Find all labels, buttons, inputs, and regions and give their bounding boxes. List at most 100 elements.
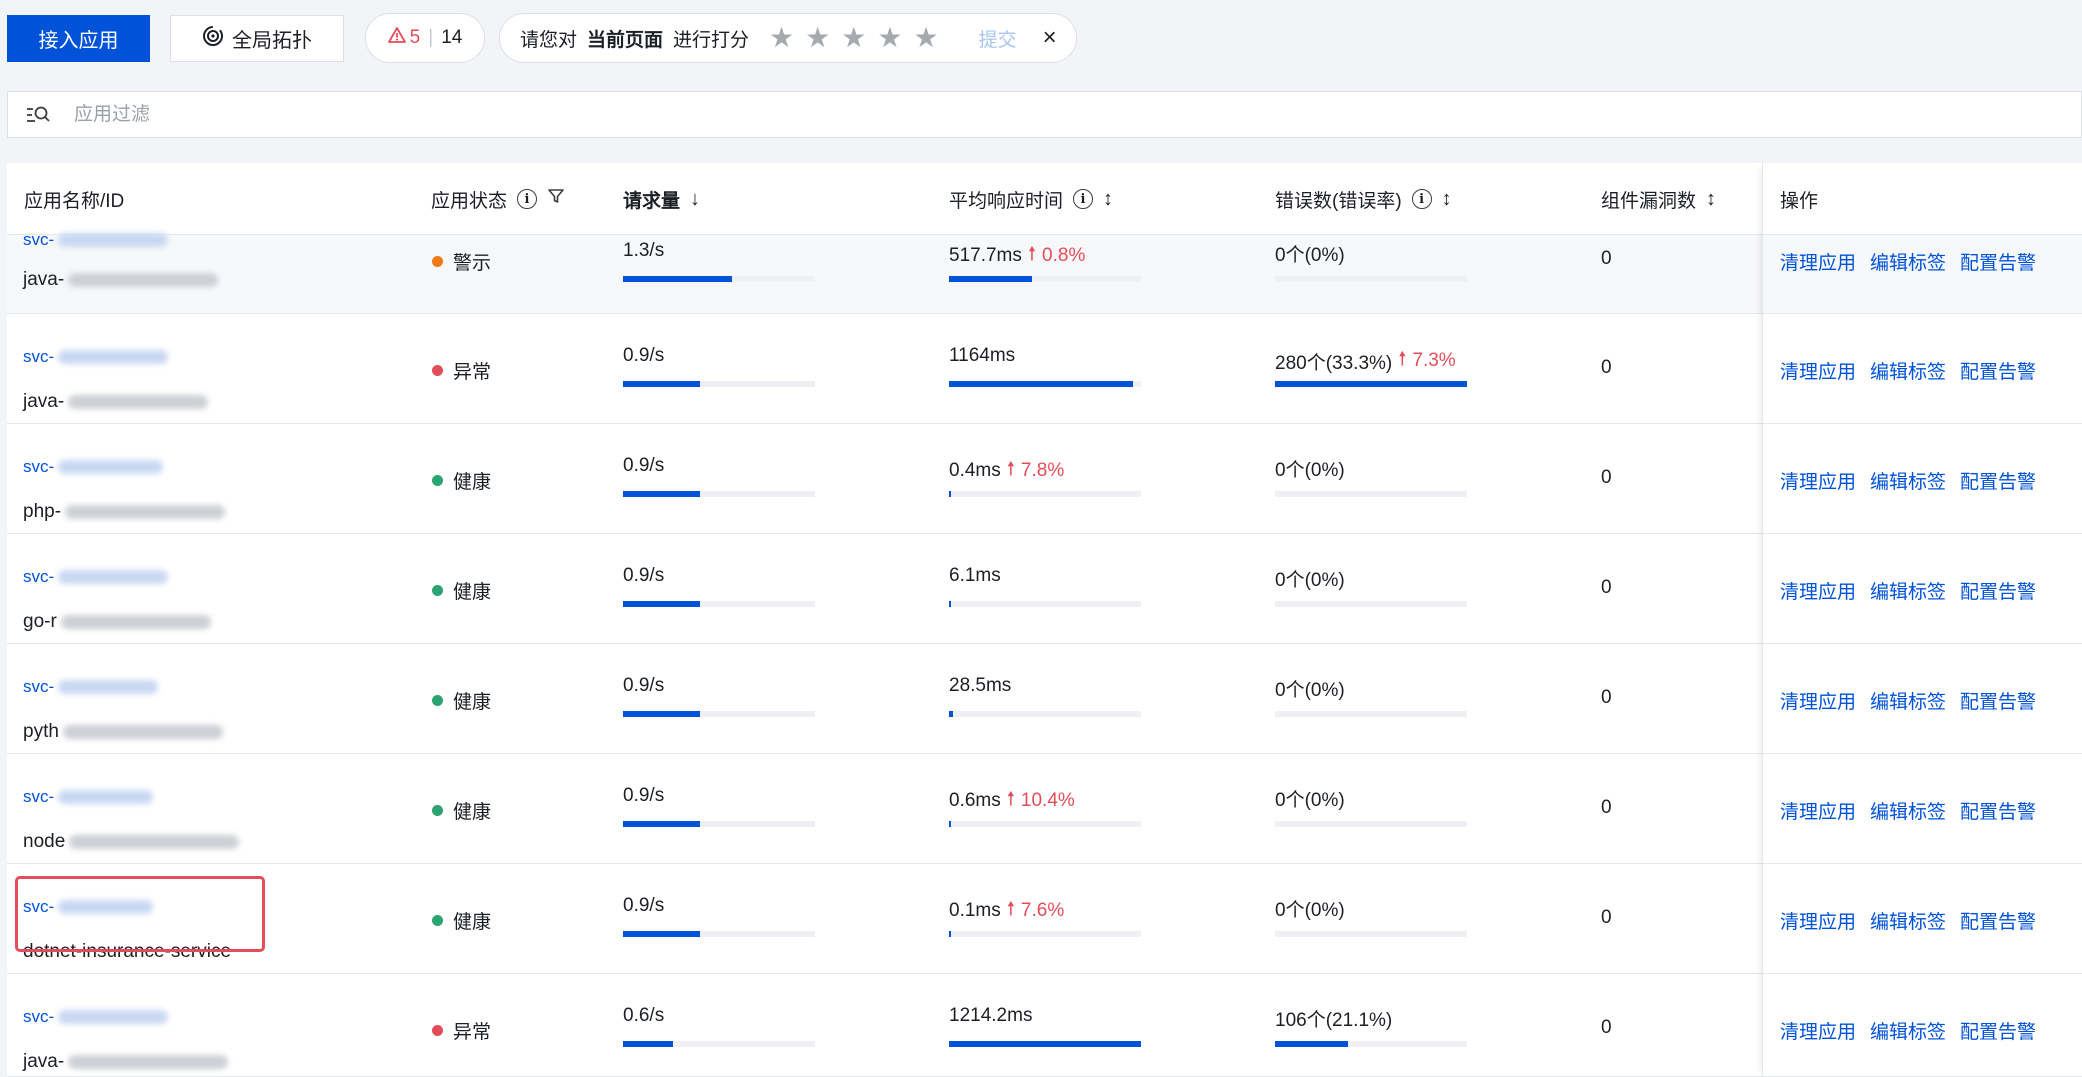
clean-app-link[interactable]: 清理应用 [1780, 1017, 1856, 1044]
star-icon[interactable]: ★ [769, 24, 794, 52]
status-dot [432, 915, 443, 926]
edit-tags-link[interactable]: 编辑标签 [1870, 467, 1946, 494]
error-bar [1275, 276, 1467, 282]
app-id-link[interactable]: svc- [23, 897, 154, 917]
info-icon[interactable]: i [517, 189, 538, 209]
table-row[interactable]: svc-dotnet-insurance-service 健康 0.9/s 0.1ms… [7, 864, 2082, 974]
latency-trend: 7.8% [1020, 460, 1065, 481]
request-bar [623, 381, 815, 387]
error-bar [1275, 601, 1467, 607]
table-row[interactable]: svc-go-r 健康 0.9/s 6.1ms 0个(0%) 0 清理应用 编辑标签 配置告警 [7, 534, 2082, 644]
rating-prompt-suffix: 进行打分 [673, 29, 750, 51]
app-id-link[interactable]: svc- [23, 347, 169, 367]
table-row[interactable]: svc-java- 警示 1.3/s 517.7ms 🠕 0.8% 0个(0%) 0 清理应用编… [7, 230, 2082, 314]
avg-latency: 0.1ms 🠕 7.6% [949, 895, 1064, 927]
config-alerts-link[interactable]: 配置告警 [1960, 687, 2036, 714]
error-bar [1275, 381, 1467, 387]
column-status: 应用状态 i [431, 163, 565, 235]
latency-bar-fill [949, 276, 1032, 282]
error-bar-fill [1275, 1041, 1348, 1047]
edit-tags-link[interactable]: 编辑标签 [1870, 797, 1946, 824]
error-value: 0个(0%) [1275, 790, 1345, 811]
star-icon[interactable]: ★ [877, 24, 902, 52]
column-errors[interactable]: 错误数(错误率) i ↕ [1275, 163, 1452, 235]
app-id-link[interactable]: svc- [23, 1007, 169, 1027]
config-alerts-link[interactable]: 配置告警 [1960, 357, 2036, 384]
table-row[interactable]: svc-java- 异常 0.9/s 1164ms 280个(33.3%) 🠕 7.3% 0 清… [7, 314, 2082, 424]
rating-submit-button[interactable]: 提交 [979, 25, 1017, 52]
star-icon[interactable]: ★ [913, 24, 938, 52]
connect-app-button[interactable]: 接入应用 [7, 15, 150, 62]
info-icon[interactable]: i [1073, 189, 1094, 209]
column-vulns-label: 组件漏洞数 [1601, 190, 1697, 212]
config-alerts-link[interactable]: 配置告警 [1960, 797, 2036, 824]
request-bar [623, 276, 815, 282]
request-rate: 0.9/s [623, 675, 664, 697]
clean-app-link[interactable]: 清理应用 [1780, 907, 1856, 934]
sort-desc-icon[interactable]: ↓ [690, 188, 700, 211]
vuln-count: 0 [1601, 577, 1612, 598]
redacted-id [58, 900, 154, 914]
request-bar-fill [623, 821, 700, 827]
edit-tags-link[interactable]: 编辑标签 [1870, 687, 1946, 714]
column-vulns[interactable]: 组件漏洞数 ↕ [1601, 163, 1716, 235]
star-icon[interactable]: ★ [841, 24, 866, 52]
alert-summary[interactable]: 5 | 14 [365, 13, 485, 63]
redacted-id [58, 350, 169, 364]
info-icon[interactable]: i [1411, 189, 1432, 209]
config-alerts-link[interactable]: 配置告警 [1960, 248, 2036, 275]
sort-icon[interactable]: ↕ [1442, 188, 1452, 211]
request-value: 0.9/s [623, 785, 665, 806]
column-latency[interactable]: 平均响应时间 i ↕ [949, 163, 1113, 235]
clean-app-link[interactable]: 清理应用 [1780, 357, 1856, 384]
app-name-prefix: java- [23, 391, 65, 412]
app-name-prefix: java- [23, 269, 65, 290]
clean-app-link[interactable]: 清理应用 [1780, 577, 1856, 604]
clean-app-link[interactable]: 清理应用 [1780, 248, 1856, 275]
app-name-prefix: go-r [23, 611, 57, 632]
close-icon[interactable]: × [1043, 24, 1057, 52]
clean-app-link[interactable]: 清理应用 [1780, 687, 1856, 714]
table-row[interactable]: svc-node 健康 0.9/s 0.6ms 🠕 10.4% 0个(0%) 0 清理应用 编辑标… [7, 754, 2082, 864]
request-bar [623, 491, 815, 497]
app-id-prefix: svc- [23, 347, 55, 366]
app-id-link[interactable]: svc- [23, 457, 164, 477]
error-count: 0个(0%) [1275, 240, 1345, 267]
error-count: 0个(0%) [1275, 675, 1345, 702]
edit-tags-link[interactable]: 编辑标签 [1870, 357, 1946, 384]
status-dot [432, 805, 443, 816]
app-id-link[interactable]: svc- [23, 787, 154, 807]
sort-icon[interactable]: ↕ [1103, 188, 1113, 211]
status-dot [432, 695, 443, 706]
request-value: 0.6/s [623, 1005, 665, 1026]
global-topology-button[interactable]: 全局拓扑 [170, 15, 344, 62]
config-alerts-link[interactable]: 配置告警 [1960, 907, 2036, 934]
app-filter-input[interactable] [72, 102, 1876, 127]
edit-tags-link[interactable]: 编辑标签 [1870, 577, 1946, 604]
filter-icon[interactable] [547, 187, 565, 211]
config-alerts-link[interactable]: 配置告警 [1960, 577, 2036, 604]
latency-bar-fill [949, 821, 951, 827]
table-row[interactable]: svc-php- 健康 0.9/s 0.4ms 🠕 7.8% 0个(0%) 0 清理应用 编辑标签… [7, 424, 2082, 534]
edit-tags-link[interactable]: 编辑标签 [1870, 248, 1946, 275]
latency-bar-fill [949, 601, 951, 607]
column-requests[interactable]: 请求量 ↓ [623, 163, 700, 235]
clean-app-link[interactable]: 清理应用 [1780, 797, 1856, 824]
config-alerts-link[interactable]: 配置告警 [1960, 1017, 2036, 1044]
clean-app-link[interactable]: 清理应用 [1780, 467, 1856, 494]
error-value: 106个(21.1%) [1275, 1010, 1393, 1031]
app-id-link[interactable]: svc- [23, 677, 159, 697]
app-id-link[interactable]: svc- [23, 567, 169, 587]
star-icon[interactable]: ★ [805, 24, 830, 52]
edit-tags-link[interactable]: 编辑标签 [1870, 1017, 1946, 1044]
sort-icon[interactable]: ↕ [1706, 188, 1716, 211]
table-row[interactable]: svc-java- 异常 0.6/s 1214.2ms 106个(21.1%) 0 清理应用… [7, 974, 2082, 1077]
request-value: 0.9/s [623, 455, 665, 476]
table-header: 应用名称/ID 应用状态 i 请求量 ↓ 平均响应时间 i ↕ 错误数(错误率)… [7, 163, 2082, 235]
latency-bar-fill [949, 711, 953, 717]
config-alerts-link[interactable]: 配置告警 [1960, 467, 2036, 494]
request-rate: 0.9/s [623, 455, 664, 477]
app-id-link[interactable]: svc- [23, 230, 169, 250]
table-row[interactable]: svc-pyth 健康 0.9/s 28.5ms 0个(0%) 0 清理应用 编辑标签 配置告警 [7, 644, 2082, 754]
edit-tags-link[interactable]: 编辑标签 [1870, 907, 1946, 934]
